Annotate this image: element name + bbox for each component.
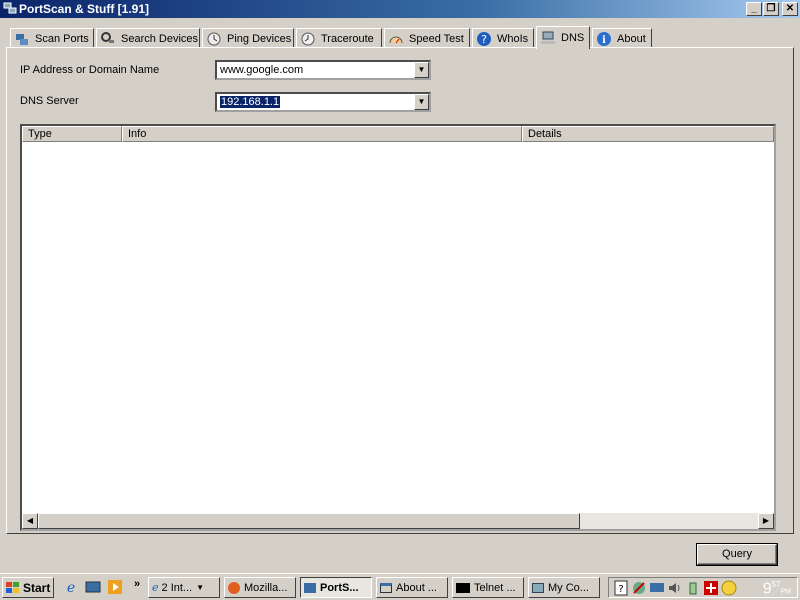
tab-label: Traceroute [321,32,374,45]
info-icon: i [597,31,611,46]
query-button[interactable]: Query [697,544,777,565]
dns-dropdown-button[interactable]: ▼ [414,94,429,110]
maximize-button[interactable]: ❐ [763,2,779,16]
tab-speed-test[interactable]: Speed Test [384,28,470,48]
chevron-down-icon: ▼ [417,97,426,106]
svg-text:e: e [67,580,75,595]
taskbar-item-ie[interactable]: e 2 Int... ▼ [148,577,220,598]
help-icon: ? [477,31,491,46]
chevron-down-icon: ▼ [417,65,426,74]
taskbar-item-portscan[interactable]: PortS... [300,577,372,598]
portscan-icon [304,582,316,593]
tab-strip: Scan Ports Search Devices Ping Devices T… [0,26,800,49]
ie-icon: e [152,581,159,594]
domain-value[interactable]: www.google.com [220,64,303,76]
tab-label: Ping Devices [227,32,292,45]
taskbar-item-telnet[interactable]: Telnet ... [452,577,524,598]
close-icon: ✕ [785,3,795,14]
ping-icon [207,32,221,45]
tab-dns[interactable]: DNS [536,26,590,49]
chevron-down-icon: ▼ [196,583,205,592]
tab-ping-devices[interactable]: Ping Devices [202,28,294,48]
dns-icon [541,31,555,44]
column-header-type[interactable]: Type [22,126,122,142]
tab-scan-ports[interactable]: Scan Ports [10,28,94,48]
clock[interactable]: 957PM [763,580,791,598]
security-alert-icon[interactable] [703,580,719,596]
minimize-icon: _ [751,3,757,14]
speedometer-icon [389,36,403,43]
system-tray: ? 957PM [608,577,798,598]
arrow-left-icon: ◀ [26,516,34,525]
display-icon[interactable] [649,580,665,596]
clock-minute: 57 [771,580,781,589]
scan-ports-icon [16,33,28,45]
task-label: Mozilla... [244,581,288,594]
domain-dropdown-button[interactable]: ▼ [414,62,429,78]
network-icon[interactable] [631,580,647,596]
tab-label: Scan Ports [35,32,89,45]
tab-label: Speed Test [409,32,464,45]
column-header-details[interactable]: Details [522,126,774,142]
taskbar-item-my-computer[interactable]: My Co... [528,577,600,598]
tab-search-devices[interactable]: Search Devices [96,28,200,48]
task-label: About ... [396,581,437,594]
scrollbar-thumb[interactable] [38,513,580,529]
tab-about[interactable]: i About [592,28,652,48]
results-list[interactable]: Type Info Details ◀ ▶ [20,124,776,531]
task-label: 2 Int... [161,581,193,594]
restore-icon: ❐ [766,3,776,14]
task-label: Telnet ... [474,581,516,594]
window-icon [380,582,392,593]
domain-combobox[interactable]: www.google.com ▼ [215,60,431,80]
list-header: Type Info Details [22,126,774,142]
network-app-icon [3,2,17,14]
task-label: My Co... [548,581,589,594]
svg-text:?: ? [481,33,487,46]
taskbar-item-about[interactable]: About ... [376,577,448,598]
window-title: PortScan & Stuff [1.91] [19,2,150,16]
firefox-icon [228,581,240,594]
arrow-right-icon: ▶ [762,516,770,525]
task-label: PortS... [320,581,359,594]
scroll-right-button[interactable]: ▶ [758,513,774,529]
start-button[interactable]: Start [2,577,54,598]
quicklaunch-more-button[interactable]: » [134,578,140,590]
clock-period: PM [780,588,792,596]
show-desktop-icon[interactable] [85,579,101,595]
scroll-left-button[interactable]: ◀ [22,513,38,529]
smiley-icon[interactable] [721,580,737,596]
taskbar-item-mozilla[interactable]: Mozilla... [224,577,296,598]
traceroute-icon [301,32,315,45]
horizontal-scrollbar[interactable]: ◀ ▶ [22,513,774,529]
tab-whois[interactable]: ? WhoIs [472,28,534,48]
taskbar: Start e » e 2 Int... ▼ Mozilla... PortS.… [0,573,800,600]
dns-server-label: DNS Server [20,95,79,107]
search-devices-icon [101,31,114,43]
power-icon[interactable] [685,580,701,596]
dns-server-value[interactable]: 192.168.1.1 [220,96,281,108]
media-player-icon[interactable] [107,579,123,595]
help-icon[interactable]: ? [613,580,629,596]
tab-label: DNS [561,32,585,44]
windows-logo-icon [6,581,19,593]
tab-label: About [617,32,646,45]
tab-label: Search Devices [121,32,199,45]
clock-hour: 9 [762,580,772,598]
computer-icon [532,582,544,593]
tab-label: WhoIs [497,32,529,45]
tab-traceroute[interactable]: Traceroute [296,28,382,48]
svg-text:?: ? [618,584,623,595]
domain-label: IP Address or Domain Name [20,64,160,76]
dns-server-combobox[interactable]: 192.168.1.1 ▼ [215,92,431,112]
column-header-info[interactable]: Info [122,126,522,142]
close-button[interactable]: ✕ [782,2,798,16]
ie-icon[interactable]: e [63,579,79,595]
start-label: Start [23,580,51,595]
title-bar[interactable]: PortScan & Stuff [1.91] _ ❐ ✕ [0,0,800,18]
svg-text:i: i [602,35,606,46]
minimize-button[interactable]: _ [746,2,762,16]
console-icon [456,582,470,593]
volume-icon[interactable] [667,580,683,596]
